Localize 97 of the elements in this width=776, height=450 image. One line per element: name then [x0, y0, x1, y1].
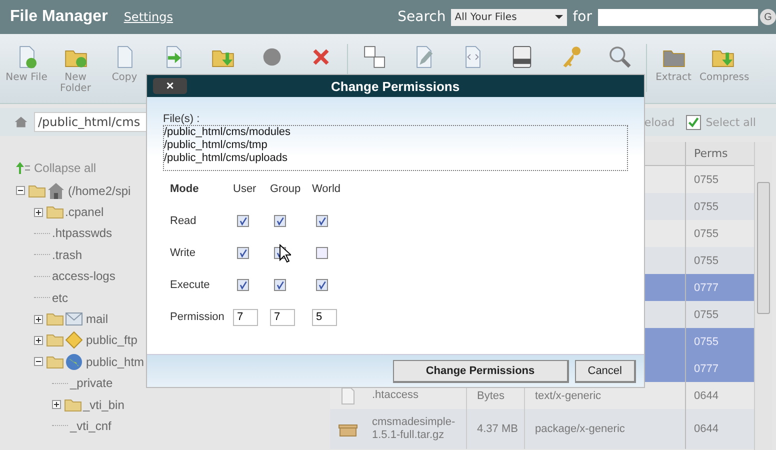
permission-checkbox[interactable]: [316, 247, 328, 259]
file-perms: 0755: [694, 228, 718, 240]
tree-toggle[interactable]: [52, 400, 61, 410]
folder-icon: [46, 312, 64, 326]
search-icon[interactable]: [606, 44, 632, 70]
column-label: Mode: [170, 183, 200, 195]
permission-checkbox[interactable]: [274, 279, 286, 291]
file-type: package/x-generic: [535, 423, 625, 435]
tree-item[interactable]: _vti_bin: [83, 398, 124, 412]
tree-item[interactable]: access-logs: [52, 269, 116, 284]
column-label: World: [312, 183, 342, 195]
change-permissions-button[interactable]: Change Permissions: [392, 360, 569, 382]
tree-toggle[interactable]: [34, 314, 43, 324]
envelope-icon: [65, 310, 83, 328]
permission-checkbox[interactable]: [237, 279, 249, 291]
squares-icon[interactable]: [362, 44, 388, 70]
close-button[interactable]: ×: [153, 78, 187, 94]
file-perms: 0755: [694, 336, 718, 348]
permission-field[interactable]: 5: [312, 308, 337, 326]
tree-item[interactable]: public_htm: [86, 354, 144, 369]
permission-checkbox[interactable]: [237, 247, 249, 259]
tree-item[interactable]: _private: [70, 376, 113, 390]
file-perms: 0644: [694, 390, 718, 402]
folder-icon: [64, 398, 82, 412]
file-perms: 0644: [694, 423, 718, 435]
file-perms: 0777: [694, 362, 718, 374]
file-type: text/x-generic: [535, 390, 602, 402]
toolbar-button[interactable]: New File: [2, 44, 51, 83]
tree-item[interactable]: (/home2/spi: [68, 184, 131, 198]
permission-checkbox[interactable]: [237, 215, 249, 227]
folder-icon: [46, 333, 64, 348]
checkmark-icon: [317, 280, 327, 290]
files-label: File(s) :: [163, 113, 201, 125]
file-size: Bytes: [477, 390, 505, 402]
checkmark-icon: [238, 280, 248, 290]
search-label: Search: [398, 9, 446, 25]
file-name: .htaccess: [372, 389, 418, 402]
tree-item[interactable]: .trash: [52, 248, 82, 262]
tree-toggle[interactable]: [16, 186, 25, 196]
permission-field[interactable]: 7: [270, 308, 295, 326]
file-row[interactable]: cmsmadesimple-1.5.1-full.tar.gz 4.37 MB package/x-generic 0644: [330, 409, 754, 449]
permission-checkbox[interactable]: [316, 279, 328, 291]
tree-item[interactable]: .htpasswds: [52, 226, 112, 240]
app-title: File Manager: [10, 8, 108, 26]
for-label: for: [572, 9, 592, 25]
file-size: 4.37 MB: [477, 423, 518, 435]
go-button[interactable]: G: [760, 9, 776, 25]
up-arrow-icon: [16, 162, 30, 174]
settings-link[interactable]: Settings: [124, 10, 174, 24]
checkmark-icon: [317, 216, 327, 226]
select-all-label: Select all: [706, 116, 756, 128]
row-label: Execute: [170, 279, 211, 291]
row-label: Write: [170, 247, 196, 259]
row-label: Read: [170, 215, 198, 227]
tree-item[interactable]: _vti_cnf: [70, 418, 112, 433]
file-perms: 0755: [694, 174, 718, 186]
row-label: Permission: [170, 311, 226, 323]
dialog-title: Change Permissions: [331, 78, 460, 94]
select-all-checkbox[interactable]: [686, 114, 701, 130]
file-path: /public_html/cms/uploads: [164, 152, 289, 165]
toolbar-button[interactable]: Extract: [649, 44, 698, 83]
folder-icon: [46, 205, 64, 220]
checkmark-icon: [238, 248, 248, 258]
collapse-all-link[interactable]: Collapse all: [0, 156, 116, 180]
file-perms: 0755: [694, 254, 718, 266]
toolbar-button[interactable]: Compress: [698, 44, 747, 83]
checkmark-icon: [686, 116, 700, 128]
file-path: /public_html/cms/tmp: [164, 139, 268, 152]
column-label: Group: [270, 183, 302, 195]
checkmark-icon: [275, 216, 285, 226]
file-perms: 0755: [694, 200, 718, 212]
search-scope-select[interactable]: All Your Files: [450, 8, 567, 26]
cursor-icon: [279, 244, 291, 263]
home-icon[interactable]: [14, 115, 28, 129]
diamond-icon: [65, 331, 83, 350]
permission-checkbox[interactable]: [274, 215, 286, 227]
permission-checkbox[interactable]: [316, 215, 328, 227]
tree-item[interactable]: mail: [86, 312, 108, 326]
file-perms: 0777: [694, 282, 718, 294]
tree-item[interactable]: .cpanel: [65, 205, 104, 220]
file-name: cmsmadesimple-1.5.1-full.tar.gz: [372, 416, 456, 442]
permission-field[interactable]: 7: [233, 308, 258, 326]
cancel-button[interactable]: Cancel: [574, 360, 636, 382]
checkmark-icon: [275, 280, 285, 290]
tree-toggle[interactable]: [34, 357, 43, 366]
search-field[interactable]: [598, 8, 758, 26]
tree-item[interactable]: etc: [52, 290, 68, 305]
tree-item[interactable]: public_ftp: [86, 333, 138, 348]
home-icon: [47, 182, 65, 200]
file-perms: 0755: [694, 308, 718, 320]
column-label: User: [233, 183, 258, 195]
toolbar-button[interactable]: Copy: [100, 44, 149, 83]
toolbar-button[interactable]: New Folder: [51, 44, 100, 94]
tree-toggle[interactable]: [34, 336, 43, 345]
tree-toggle[interactable]: [34, 208, 43, 217]
checkmark-icon: [238, 216, 248, 226]
globe-icon: [65, 352, 83, 371]
